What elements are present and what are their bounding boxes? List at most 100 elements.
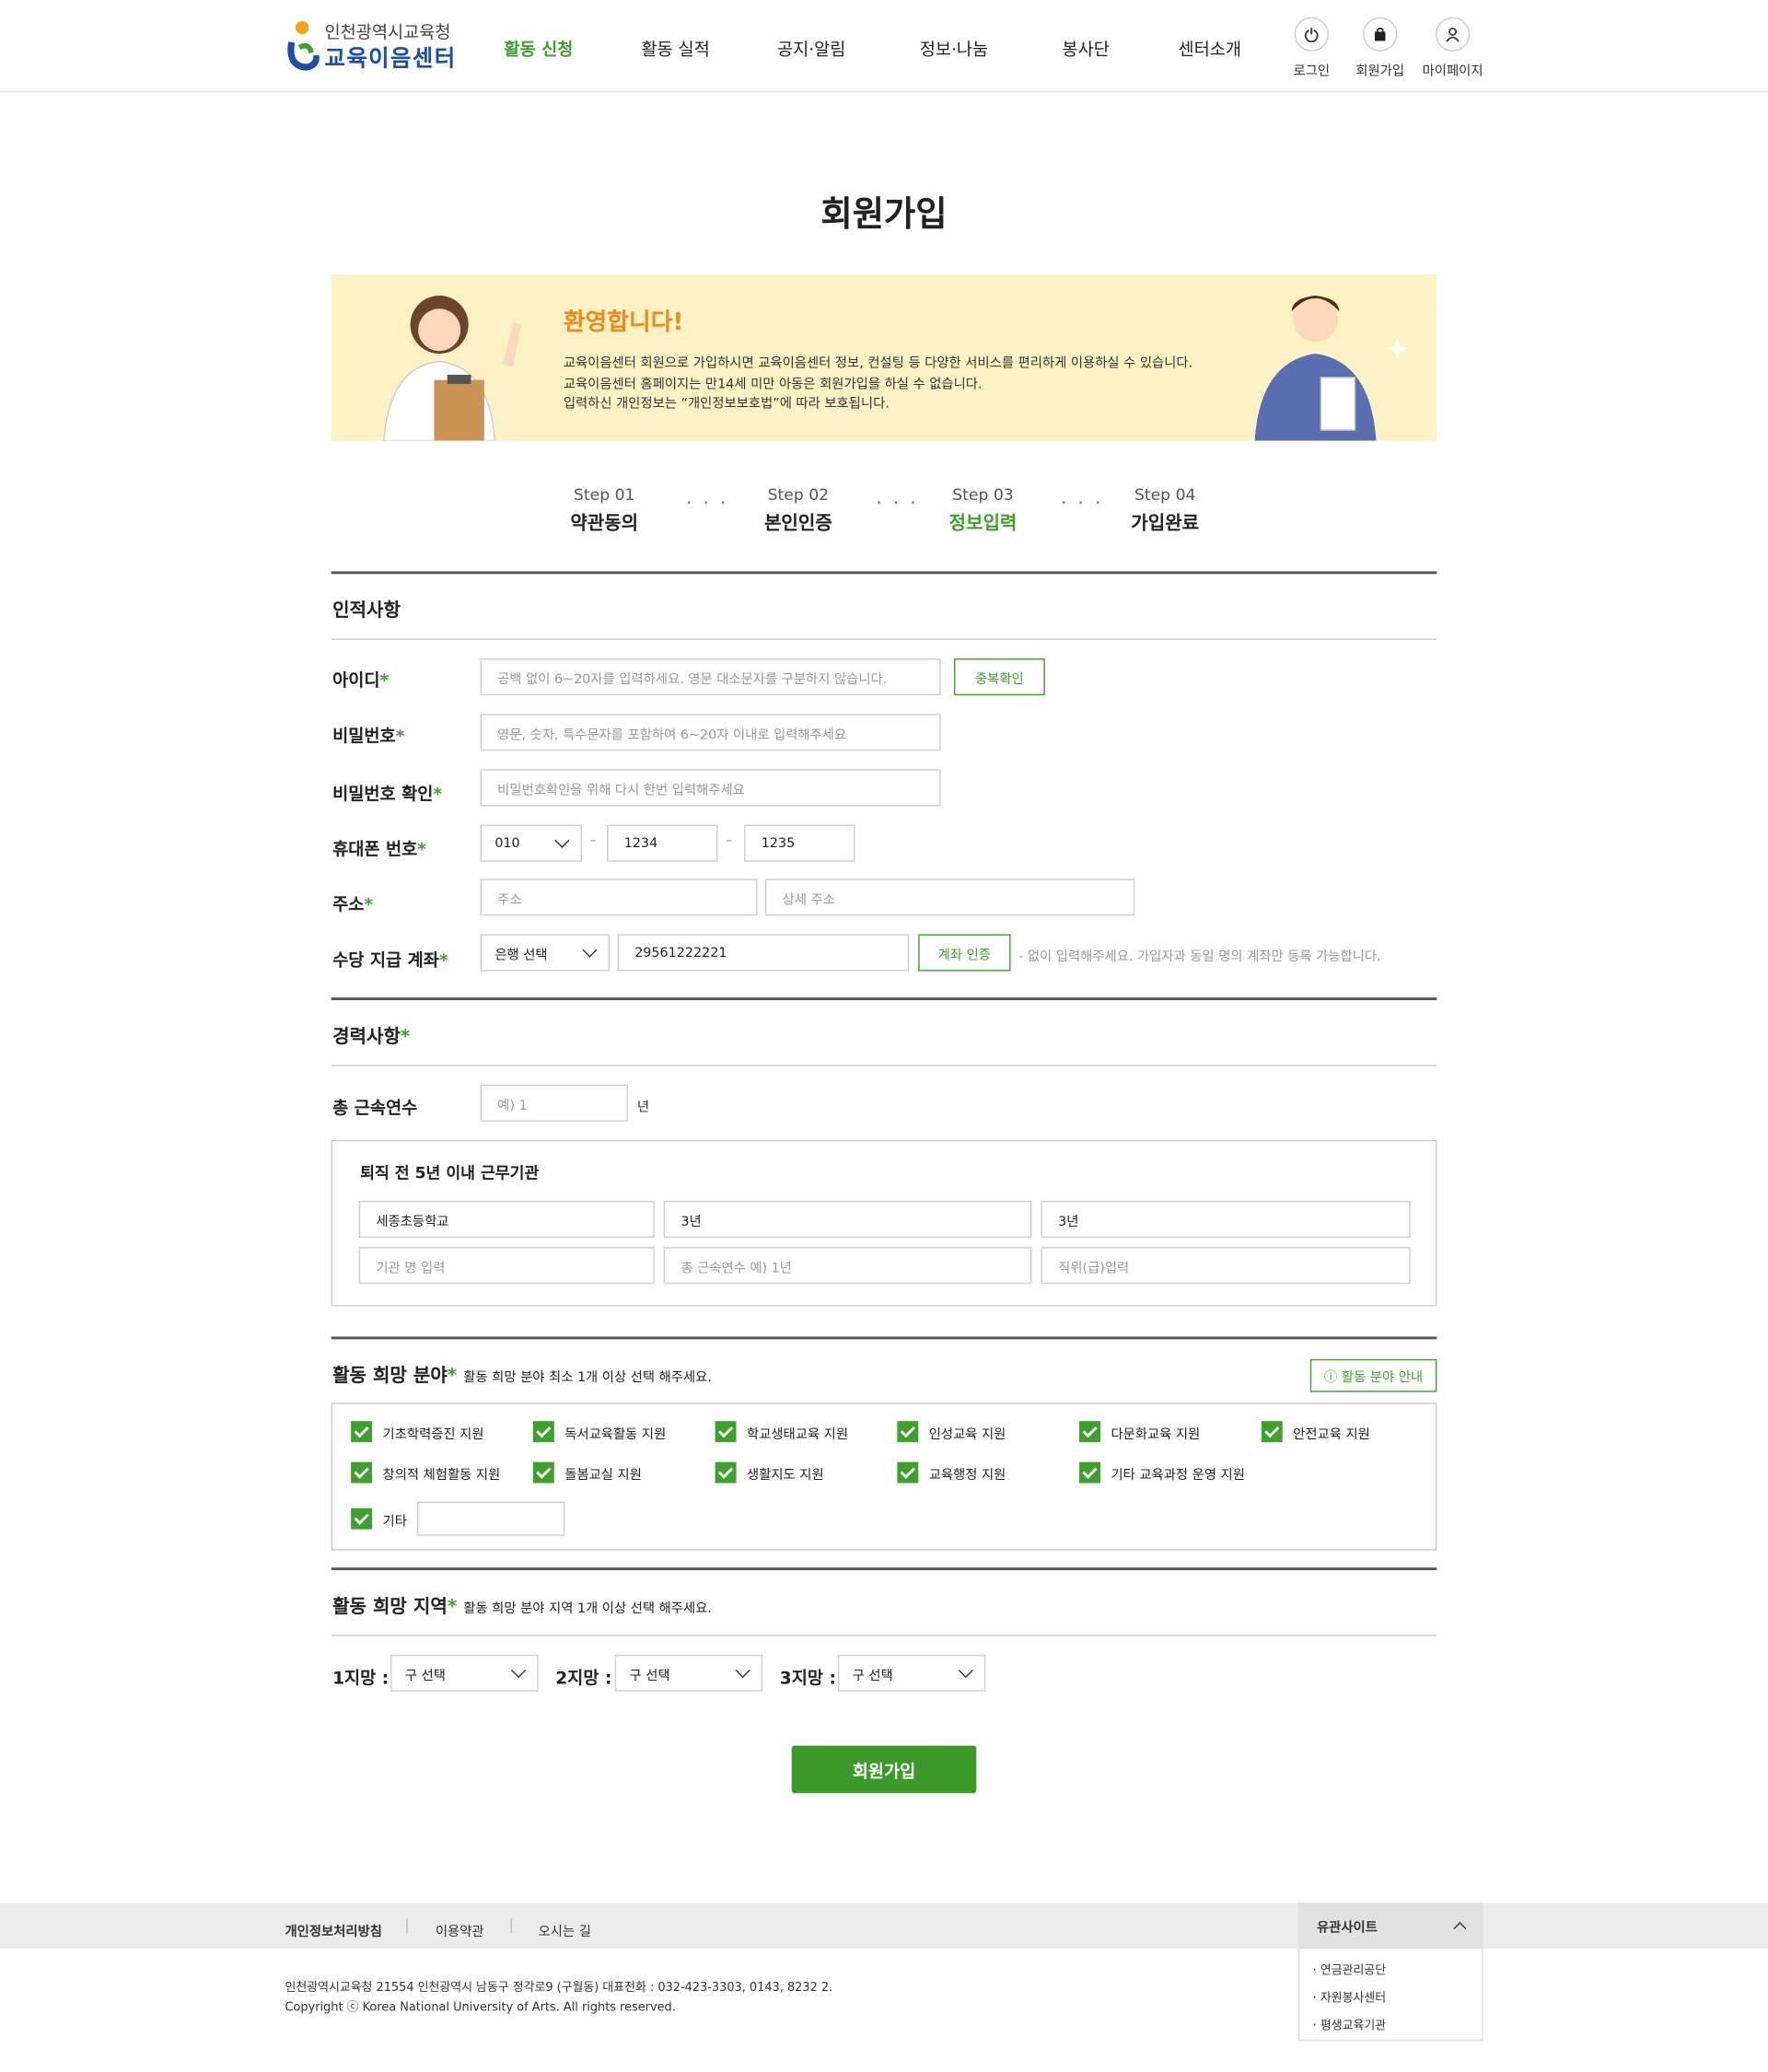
check-icon	[351, 1507, 373, 1530]
logo-mark-icon	[287, 20, 320, 71]
duplicate-check-button[interactable]: 중복확인	[953, 658, 1045, 696]
step-1-number: Step 01	[573, 485, 635, 505]
divider	[331, 1567, 1437, 1571]
terms-link[interactable]: 이용약관	[436, 1920, 484, 1940]
divider	[331, 571, 1437, 575]
workplace-years-input[interactable]: 3년	[663, 1200, 1032, 1239]
related-sites-label: 유관사이트	[1316, 1921, 1378, 1936]
field-checkbox-etc[interactable]: 기타	[351, 1507, 407, 1530]
region-2-label: 2지망 :	[555, 1669, 612, 1690]
welcome-heading: 환영합니다!	[563, 308, 684, 337]
footer-copyright: Copyright ⓒ Korea National University of…	[285, 2001, 676, 2015]
submit-button[interactable]: 회원가입	[791, 1745, 977, 1794]
step-4-label: 가입완료	[1131, 513, 1200, 535]
directions-link[interactable]: 오시는 길	[539, 1920, 591, 1940]
phone-dash: –	[589, 833, 597, 849]
check-icon	[897, 1461, 919, 1484]
nav-info-share[interactable]: 정보·나눔	[920, 36, 988, 60]
privacy-policy-link[interactable]: 개인정보처리방침	[285, 1920, 381, 1940]
career-years-input[interactable]: 예) 1	[480, 1084, 629, 1122]
user-icon	[1446, 27, 1460, 42]
check-icon	[1261, 1421, 1283, 1443]
workplace-years-input[interactable]: 총 근속연수 예) 1년	[663, 1247, 1032, 1285]
related-site-item[interactable]: · 연금관리공단	[1313, 1961, 1386, 1977]
check-icon	[715, 1461, 737, 1484]
phone-middle-input[interactable]: 1234	[607, 824, 718, 862]
phone-last-input[interactable]: 1235	[744, 824, 855, 862]
step-3-number: Step 03	[952, 485, 1014, 505]
divider	[331, 1336, 1437, 1340]
bank-select-value: 은행 선택	[494, 948, 548, 963]
field-etc-input[interactable]	[416, 1501, 565, 1536]
account-verify-button[interactable]: 계좌 인증	[918, 934, 1011, 972]
field-checkbox[interactable]: 교육행정 지원	[897, 1461, 1006, 1484]
mypage-button[interactable]: 마이페이지	[1413, 17, 1493, 79]
nav-activity-apply[interactable]: 활동 신청	[504, 36, 573, 60]
power-icon	[1304, 28, 1319, 42]
password-confirm-label: 비밀번호 확인*	[332, 785, 443, 806]
field-checkbox[interactable]: 학교생태교육 지원	[715, 1421, 848, 1443]
welcome-banner: 환영합니다! 교육이음센터 회원으로 가입하시면 교육이음센터 정보, 컨설팅 …	[331, 274, 1437, 441]
career-section-title: 경력사항*	[332, 1026, 411, 1048]
field-checkbox[interactable]: 창의적 체험활동 지원	[351, 1461, 500, 1484]
bank-select[interactable]: 은행 선택	[480, 934, 610, 972]
workplace-name-input[interactable]: 세종초등학교	[358, 1200, 655, 1239]
address-detail-input[interactable]: 상세 주소	[765, 879, 1135, 916]
check-icon	[351, 1421, 373, 1443]
field-guide-button[interactable]: ⓘ 활동 분야 안내	[1309, 1358, 1437, 1392]
field-checkbox[interactable]: 기초학력증진 지원	[351, 1421, 484, 1443]
career-years-unit: 년	[637, 1100, 650, 1115]
regions-section-title: 활동 희망 지역* 활동 희망 분야 지역 1개 이상 선택 해주세요.	[332, 1596, 712, 1618]
address-input[interactable]: 주소	[480, 879, 758, 916]
chevron-up-icon	[1453, 1922, 1467, 1936]
step-2-number: Step 02	[767, 485, 830, 505]
region-1-select[interactable]: 구 선택	[390, 1654, 539, 1692]
related-sites-toggle[interactable]: 유관사이트	[1297, 1903, 1483, 1950]
id-input[interactable]: 공백 없이 6~20자를 입력하세요. 영문 대소문자를 구분하지 않습니다.	[480, 658, 941, 696]
workplace-position-input[interactable]: 직위(급)입력	[1041, 1247, 1411, 1285]
field-checkbox[interactable]: 독서교육활동 지원	[532, 1421, 666, 1443]
banner-line-3: 입력하신 개인정보는 “개인정보보호법”에 따라 보호됩니다.	[563, 397, 890, 413]
phone-prefix-value: 010	[494, 835, 520, 851]
join-button[interactable]: 회원가입	[1341, 17, 1420, 79]
site-header	[0, 0, 1768, 93]
man-illustration	[1254, 295, 1408, 441]
chevron-down-icon	[735, 1662, 750, 1679]
nav-notice[interactable]: 공지·알림	[777, 36, 845, 60]
password-confirm-input[interactable]: 비밀번호확인을 위해 다시 한번 입력해주세요	[480, 769, 941, 807]
region-2-select[interactable]: 구 선택	[614, 1654, 763, 1692]
personal-section-title: 인적사항	[332, 599, 401, 622]
phone-prefix-select[interactable]: 010	[480, 824, 582, 862]
field-checkbox[interactable]: 인성교육 지원	[897, 1421, 1006, 1443]
nav-volunteer[interactable]: 봉사단	[1062, 36, 1109, 60]
divider	[331, 997, 1437, 1001]
workplace-name-input[interactable]: 기관 명 입력	[358, 1247, 655, 1285]
related-site-item[interactable]: · 자원봉사센터	[1313, 1988, 1386, 2006]
field-checkbox[interactable]: 기타 교육과정 운영 지원	[1079, 1461, 1245, 1484]
related-site-item[interactable]: · 평생교육기관	[1313, 2016, 1386, 2033]
password-input[interactable]: 영문, 숫자, 특수문자를 포함하여 6~20자 이내로 입력해주세요	[480, 714, 941, 751]
login-label: 로그인	[1293, 64, 1331, 79]
login-button[interactable]: 로그인	[1272, 17, 1351, 79]
divider	[331, 638, 1437, 640]
nav-center-intro[interactable]: 센터소개	[1179, 36, 1242, 60]
field-checkbox[interactable]: 생활지도 지원	[715, 1461, 824, 1484]
field-checkbox[interactable]: 돌봄교실 지원	[532, 1461, 642, 1484]
account-label: 수당 지급 계좌*	[332, 951, 448, 972]
account-note: - 없이 입력해주세요. 가입자과 동일 명의 계좌만 등록 가능합니다.	[1018, 949, 1381, 965]
region-1-label: 1지망 :	[332, 1669, 390, 1690]
woman-illustration	[383, 295, 521, 441]
region-3-select[interactable]: 구 선택	[837, 1654, 986, 1692]
related-sites-list: · 연금관리공단 · 자원봉사센터 · 평생교육기관	[1297, 1949, 1483, 2042]
logo-title: 교육이음센터	[324, 46, 457, 73]
step-1-label: 약관동의	[570, 513, 639, 535]
workplace-position-input[interactable]: 3년	[1041, 1200, 1411, 1239]
fields-section-title: 활동 희망 분야* 활동 희망 분야 최소 1개 이상 선택 해주세요.	[332, 1365, 712, 1387]
field-checkbox[interactable]: 안전교육 지원	[1261, 1421, 1370, 1443]
page-title: 회원가입	[820, 195, 948, 236]
field-checkbox[interactable]: 다문화교육 지원	[1079, 1421, 1200, 1443]
step-3-label: 정보입력	[948, 513, 1018, 535]
check-icon	[897, 1421, 919, 1443]
nav-activity-record[interactable]: 활동 실적	[641, 36, 709, 60]
account-number-input[interactable]: 29561222221	[617, 934, 910, 972]
